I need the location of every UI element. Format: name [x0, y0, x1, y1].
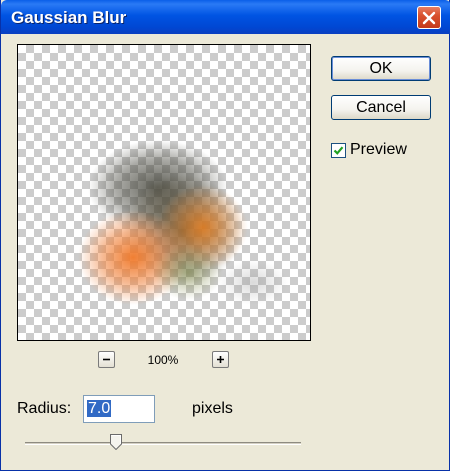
radius-label: Radius: — [17, 400, 72, 417]
ok-button[interactable]: OK — [331, 56, 431, 81]
radius-value: 7.0 — [87, 400, 112, 417]
preview-canvas[interactable] — [17, 44, 311, 341]
window-title: Gaussian Blur — [11, 8, 127, 27]
checkmark-icon — [333, 145, 344, 155]
radius-input[interactable]: 7.0 — [83, 395, 155, 423]
title-bar[interactable]: Gaussian Blur — [1, 0, 450, 34]
plus-icon — [217, 356, 224, 363]
zoom-out-button[interactable] — [98, 351, 115, 368]
zoom-level: 100% — [147, 353, 179, 367]
close-button[interactable] — [417, 6, 441, 29]
radius-unit-label: pixels — [192, 400, 233, 417]
zoom-in-button[interactable] — [212, 351, 229, 368]
blur-green-tint — [153, 245, 223, 300]
radius-slider-thumb[interactable] — [110, 434, 123, 450]
preview-option[interactable]: Preview — [331, 141, 407, 159]
gaussian-blur-dialog: Gaussian Blur 100% OK Cancel Preview Rad… — [0, 0, 450, 471]
blur-gray-tail — [218, 260, 288, 305]
zoom-controls: 100% — [17, 350, 311, 370]
preview-label: Preview — [350, 141, 407, 158]
minus-icon — [103, 358, 110, 361]
radius-slider-track[interactable] — [25, 442, 301, 445]
cancel-button[interactable]: Cancel — [331, 95, 431, 120]
preview-checkbox[interactable] — [331, 142, 346, 158]
close-icon — [422, 11, 436, 24]
